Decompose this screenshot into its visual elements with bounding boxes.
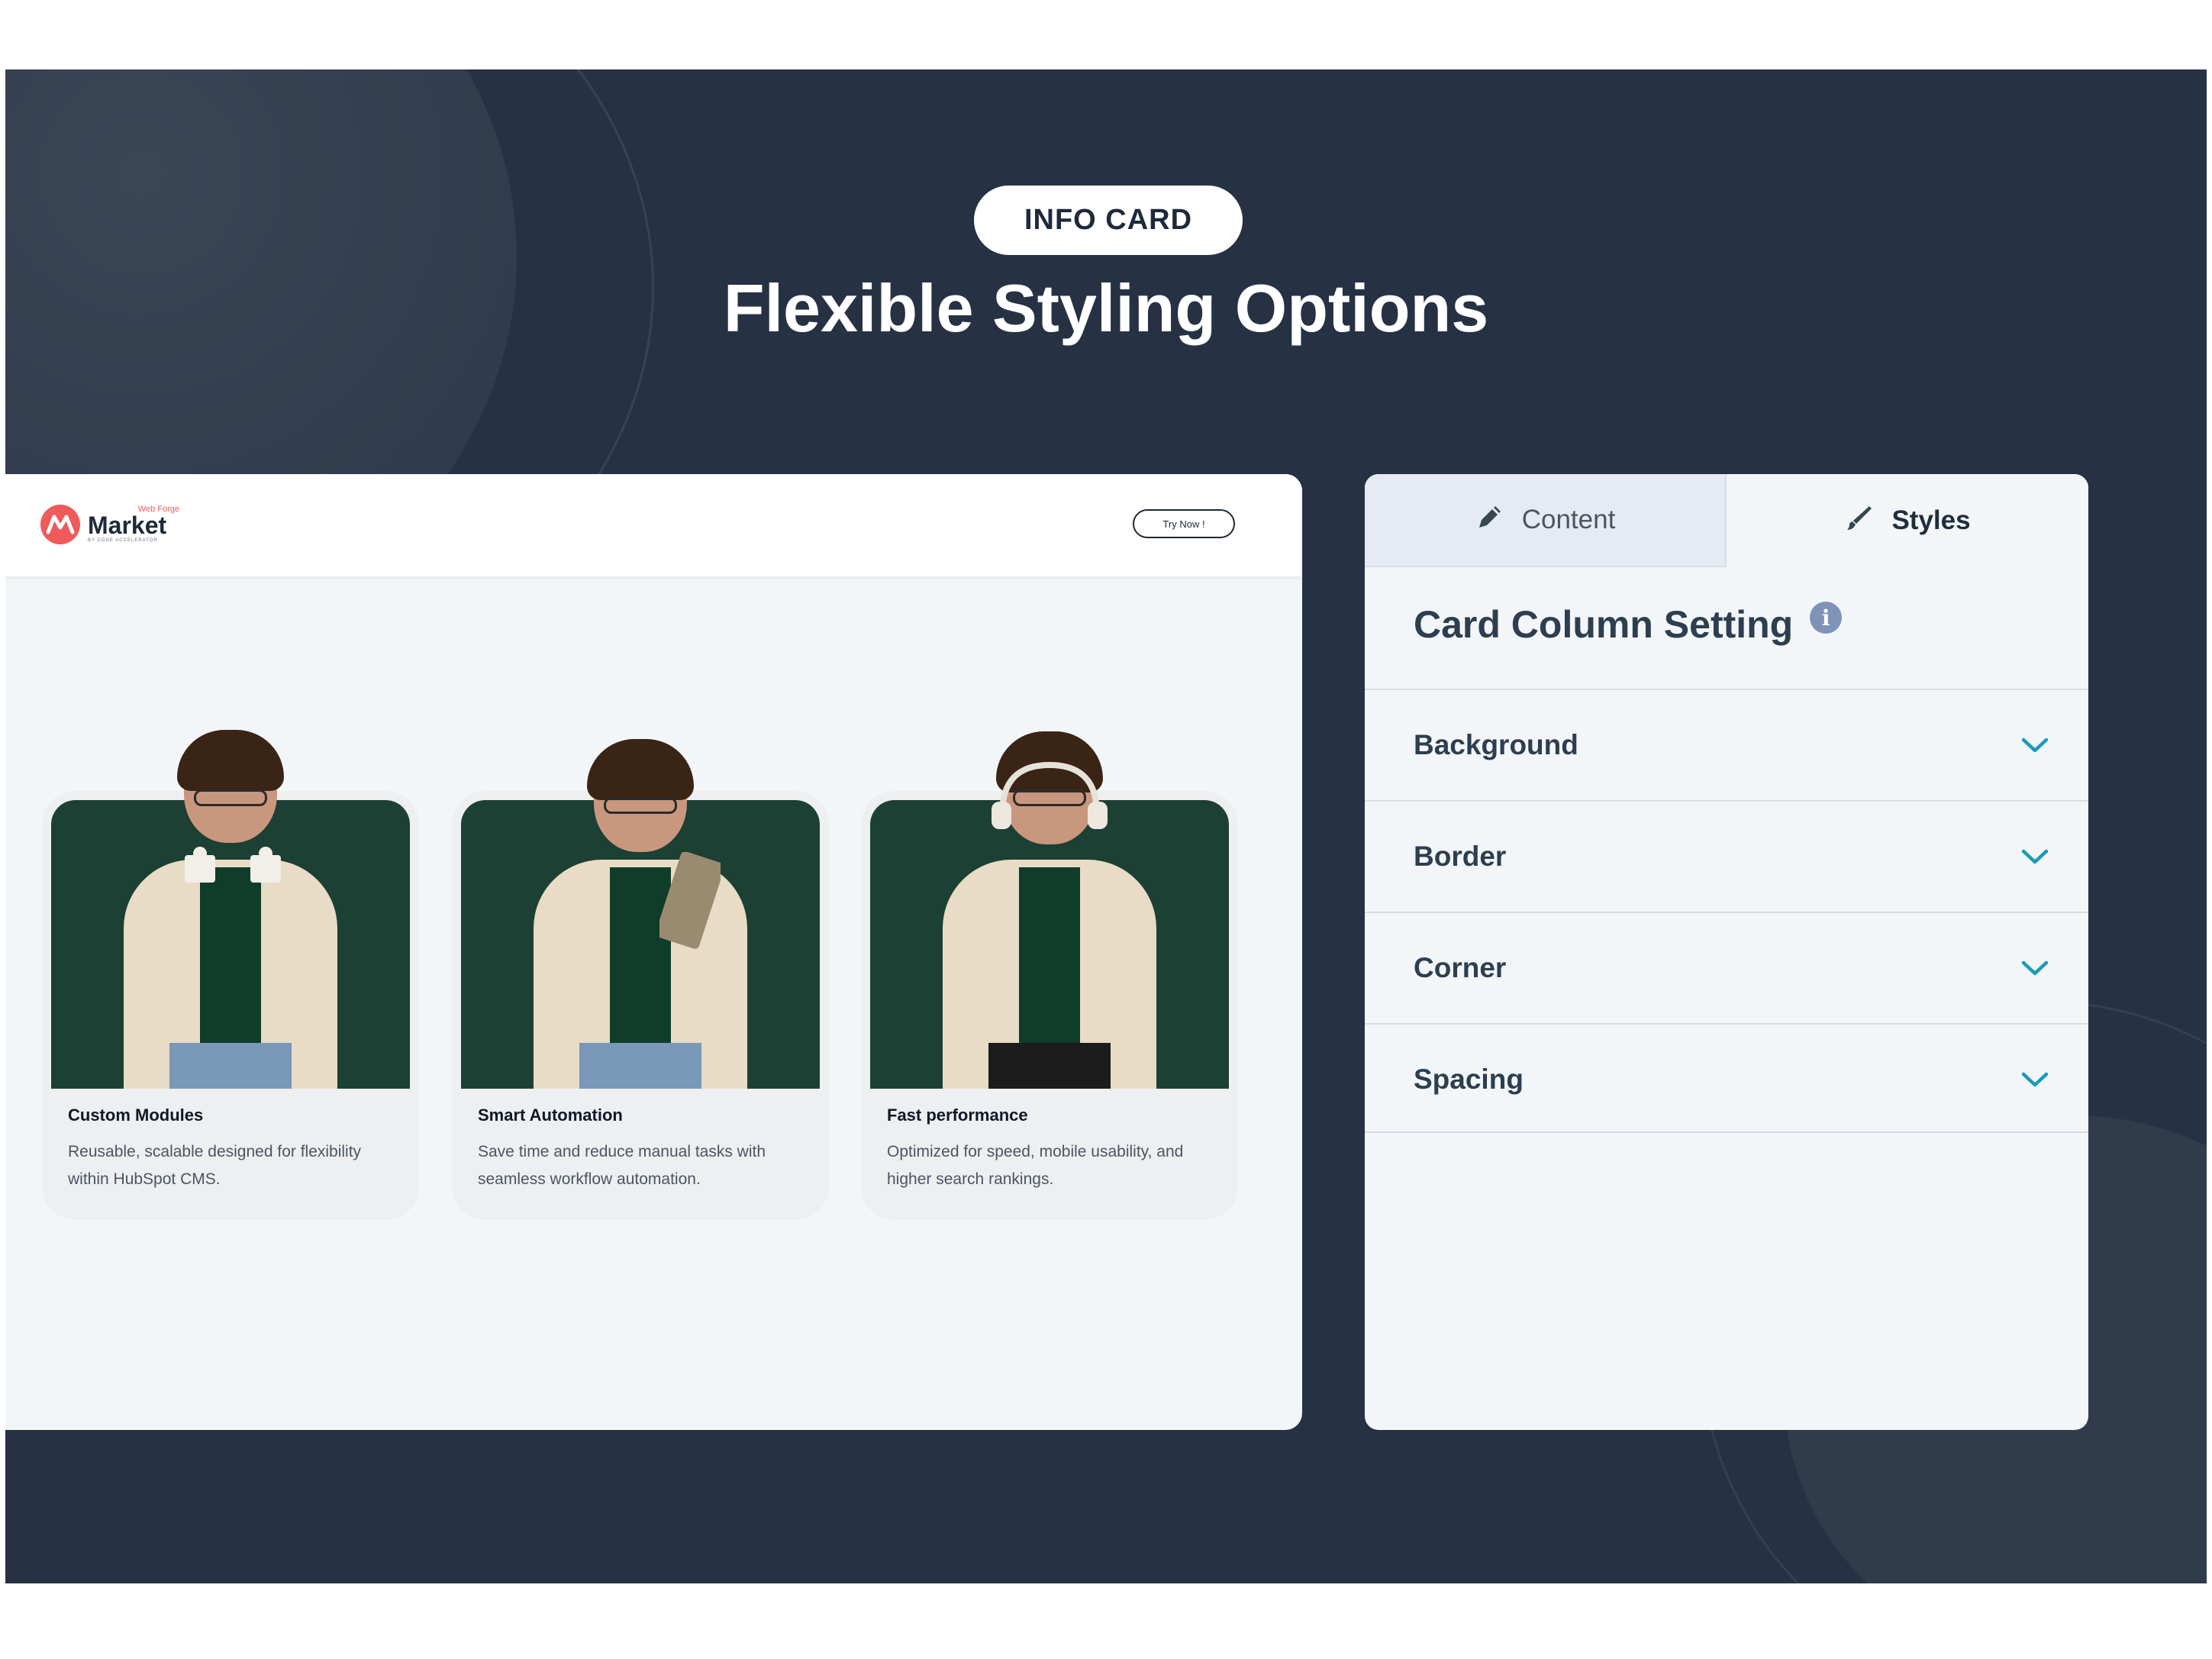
pencil-icon [1475,502,1505,539]
person-figure [124,730,337,1089]
info-card[interactable]: Custom Modules Reusable, scalable design… [42,730,419,1220]
accordion-spacing[interactable]: Spacing [1365,1023,2088,1135]
headphones-icon [992,761,1108,829]
settings-panel: Content Styles Card Column Setting i Bac… [1365,474,2088,1430]
tab-label: Styles [1891,505,1971,535]
info-icon[interactable]: i [1810,602,1843,634]
settings-title-text: Card Column Setting [1414,603,1794,646]
market-logo-icon [40,505,80,544]
site-logo[interactable]: Web Forge Market BY CODE ACCELERATOR [40,505,179,544]
logo-wordmark: Web Forge Market BY CODE ACCELERATOR [88,505,179,544]
accordion-border[interactable]: Border [1365,800,2088,912]
settings-title: Card Column Setting i [1414,602,1843,647]
chevron-down-icon [2021,960,2049,976]
card-title: Custom Modules [68,1105,204,1125]
info-card[interactable]: Smart Automation Save time and reduce ma… [452,739,829,1220]
tab-content[interactable]: Content [1365,474,1727,567]
chevron-down-icon [2021,738,2049,753]
card-description: Optimized for speed, mobile usability, a… [887,1143,1184,1188]
settings-tabs: Content Styles [1365,474,2088,567]
card-image-tablet [461,739,820,1089]
accordion-corner[interactable]: Corner [1365,912,2088,1023]
card-description: Save time and reduce manual tasks with s… [478,1143,766,1188]
hero-section: INFO CARD Flexible Styling Options Web F… [5,69,2207,1583]
accordion-label: Corner [1414,952,1507,983]
card-image-puzzle [51,730,410,1089]
puzzle-pieces-icon [185,847,281,883]
preview-header: Web Forge Market BY CODE ACCELERATOR Try… [5,474,1302,576]
divider [1365,1131,2088,1133]
tablet-icon [659,852,721,949]
page-headline: Flexible Styling Options [723,270,1489,346]
logo-subtitle: BY CODE ACCELERATOR [88,538,158,543]
try-now-button[interactable]: Try Now ! [1133,509,1235,538]
accordion-background[interactable]: Background [1365,689,2088,800]
brush-icon [1844,502,1875,540]
card-description: Reusable, scalable designed for flexibil… [68,1143,362,1188]
person-figure [534,738,747,1089]
card-title: Smart Automation [478,1105,623,1125]
module-preview: Web Forge Market BY CODE ACCELERATOR Try… [5,474,1302,1430]
tab-styles[interactable]: Styles [1727,474,2088,567]
logo-name: Market [88,512,167,539]
info-card[interactable]: Fast performance Optimized for speed, mo… [861,731,1238,1220]
chevron-down-icon [2021,849,2049,864]
accordion-label: Spacing [1414,1064,1524,1095]
accordion-label: Border [1414,841,1507,872]
tab-label: Content [1521,505,1616,534]
chevron-down-icon [2021,1072,2049,1087]
accordion-label: Background [1414,729,1578,760]
card-title: Fast performance [887,1105,1028,1125]
card-image-headphones [870,731,1229,1089]
info-card-badge: INFO CARD [974,186,1243,255]
person-figure [943,730,1156,1089]
